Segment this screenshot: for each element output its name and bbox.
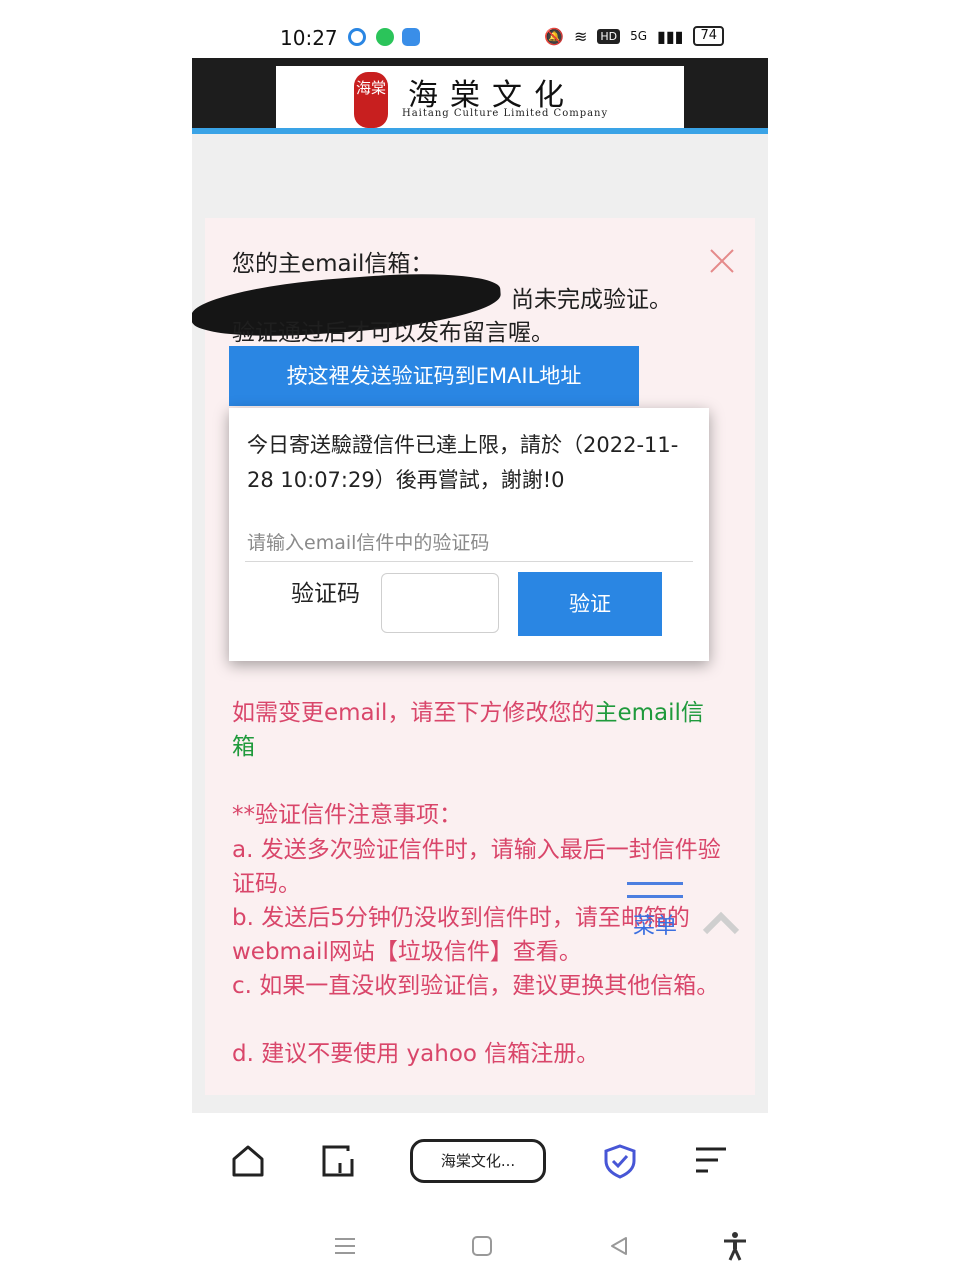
main-email-link[interactable]: 主email [594,700,680,726]
network-label: 5G [630,29,648,43]
dialog-message: 今日寄送驗證信件已達上限，請於（2022-11-28 10:07:29）後再嘗試… [247,433,679,492]
back-icon[interactable] [608,1235,630,1257]
header-accent-bar [192,128,768,134]
verify-note: 验证通过后才可以发布留言喔。 [232,320,554,346]
change-email-note: 如需变更email，请至下方修改您的主email信箱 [232,696,722,764]
site-header: 海棠 海棠文化 Haitang Culture Limited Company [192,58,768,130]
verify-dialog: 今日寄送驗證信件已達上限，請於（2022-11-28 10:07:29）後再嘗試… [229,408,709,661]
dialog-divider [245,561,693,562]
tab-title-pill[interactable]: 海棠文化... [410,1139,546,1183]
menu-line-icon [627,882,683,885]
logo-subtitle: Haitang Culture Limited Company [402,108,609,119]
status-bar: 10:27 🔕 ≋ HD 5G ▮▮▮ 74 [192,22,768,56]
system-nav-bar [192,1215,768,1275]
code-label: 验证码 [291,581,360,607]
hd-badge: HD [597,28,621,44]
send-code-button[interactable]: 按这裡发送验证码到EMAIL地址 [229,346,639,406]
home-square-icon[interactable] [471,1235,493,1257]
change-email-text: 如需变更email，请至下方修改您的 [232,700,595,726]
home-icon[interactable] [230,1143,266,1179]
notes-heading: **验证信件注意事项： [232,802,462,828]
menu-line-icon [627,895,683,898]
menu-icon[interactable] [694,1143,728,1177]
mute-icon: 🔕 [544,26,564,46]
verify-status: 尚未完成验证。 [511,287,672,313]
chevron-up-icon[interactable] [701,910,741,936]
code-hint: 请输入email信件中的验证码 [247,532,490,554]
floating-menu-button[interactable]: 菜单 [619,882,691,940]
verify-button[interactable]: 验证 [518,572,662,636]
email-label: 您的主email信箱： [232,251,434,277]
signal-icon: ▮▮▮ [657,26,684,46]
email-verify-card: 您的主email信箱： 尚未完成验证。 验证通过后才可以发布留言喔。 按这裡发送… [192,218,755,1095]
logo-seal: 海棠 [354,72,388,128]
code-input[interactable] [381,573,499,633]
status-time: 10:27 [280,26,338,50]
accessibility-icon[interactable] [722,1231,748,1261]
note-item-d: d. 建议不要使用 yahoo 信箱注册。 [232,1041,600,1067]
battery-indicator: 74 [693,26,724,46]
wifi-icon: ≋ [573,26,588,46]
close-icon[interactable] [707,246,737,276]
tabs-icon[interactable] [320,1143,356,1179]
shield-check-icon[interactable] [602,1143,638,1179]
floating-menu-label: 菜单 [632,914,677,939]
web-viewport: 海棠 海棠文化 Haitang Culture Limited Company … [192,58,768,1113]
browser-toolbar: 海棠文化... [192,1113,768,1213]
app-notification-icon [402,28,420,46]
site-logo[interactable]: 海棠 海棠文化 Haitang Culture Limited Company [276,66,684,128]
chat-notification-icon [376,28,394,46]
recent-apps-icon[interactable] [334,1235,356,1257]
note-item-c: c. 如果一直没收到验证信，建议更换其他信箱。 [232,973,720,999]
browser-notification-icon [348,28,366,46]
